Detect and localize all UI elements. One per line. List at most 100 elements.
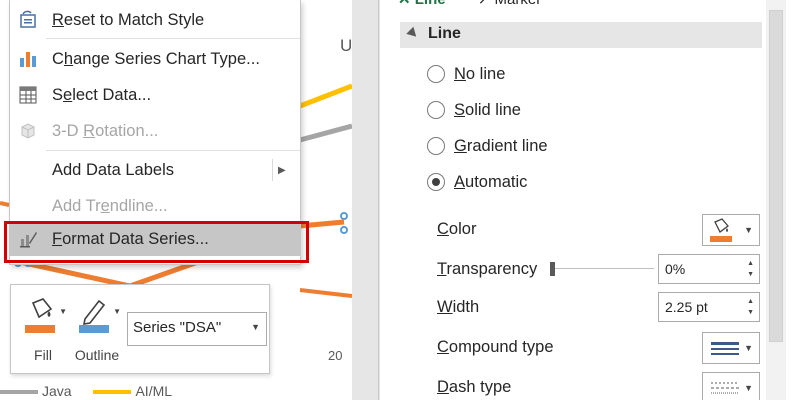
radio-solid-line[interactable]: Solid line xyxy=(427,98,521,122)
menu-item-3d-rotation: 3-D Rotation... xyxy=(10,114,300,148)
radio-gradient-line[interactable]: Gradient line xyxy=(427,134,548,158)
chevron-down-icon: ▼ xyxy=(251,322,260,332)
radio-button[interactable] xyxy=(427,137,445,155)
reset-style-icon xyxy=(17,9,39,31)
pane-scrollbar-thumb[interactable] xyxy=(769,10,783,342)
legend-label-ai-ml: AI/ML xyxy=(135,383,173,399)
legend-swatch-java xyxy=(0,390,38,395)
menu-item-add-data-labels[interactable]: Add Data Labels ▶ xyxy=(10,153,300,187)
menu-label-change-chart-type: Change Series Chart Type... xyxy=(52,49,260,68)
series-line-dsa-left xyxy=(0,201,10,207)
transparency-slider-thumb[interactable] xyxy=(550,262,555,276)
chevron-down-icon: ▼ xyxy=(744,343,753,353)
transparency-spinbox[interactable]: 0% ▲ ▼ xyxy=(658,254,760,284)
compound-lines-icon xyxy=(711,342,739,361)
highlight-annotation-box xyxy=(4,221,309,263)
menu-label-select-data: Select Data... xyxy=(52,85,152,104)
radio-button[interactable] xyxy=(427,101,445,119)
chart-type-icon xyxy=(17,48,39,70)
series-line-ai-ml xyxy=(299,83,352,109)
radio-no-line[interactable]: No line xyxy=(427,62,505,86)
radio-label: Automatic xyxy=(454,172,528,191)
chevron-down-icon: ▼ xyxy=(744,225,753,235)
menu-label-add-trendline: Add Trendline... xyxy=(52,196,168,215)
line-section-header[interactable]: Line xyxy=(400,22,762,48)
menu-item-add-trendline: Add Trendline... xyxy=(10,189,300,223)
line-color-swatch xyxy=(710,236,732,242)
series-line-dsa-tail xyxy=(299,288,352,298)
access-key: h xyxy=(63,49,74,68)
series-selector-dropdown[interactable]: Series "DSA" ▼ xyxy=(127,312,267,346)
tab-line[interactable]: ✕ Line xyxy=(398,0,446,8)
line-tab-icon: ✕ xyxy=(398,0,415,8)
menu-label-reset-style: Reset to Match Style xyxy=(52,10,205,29)
spin-down-icon[interactable]: ▼ xyxy=(747,271,754,278)
chart-legend: Java AI/ML xyxy=(0,383,190,399)
chart-title-fragment: U xyxy=(340,36,352,55)
pane-divider xyxy=(378,0,379,400)
spin-up-icon[interactable]: ▲ xyxy=(747,260,754,267)
radio-label: Solid line xyxy=(454,100,521,119)
menu-item-change-chart-type[interactable]: Change Series Chart Type... xyxy=(10,42,300,76)
submenu-divider xyxy=(272,159,273,181)
dash-type-dropdown[interactable]: ▼ xyxy=(702,372,760,400)
fill-dropdown-icon[interactable]: ▼ xyxy=(59,307,67,316)
compound-type-dropdown[interactable]: ▼ xyxy=(702,332,760,364)
format-data-series-pane: ✕ Line ↗ Marker Line No line Solid line … xyxy=(380,0,800,400)
pencil-icon xyxy=(77,297,113,342)
pane-tabs: ✕ Line ↗ Marker xyxy=(398,0,569,10)
legend-item-ai-ml: AI/ML xyxy=(93,383,172,399)
menu-separator xyxy=(46,38,300,39)
menu-separator xyxy=(46,150,300,151)
menu-label-add-data-labels: Add Data Labels xyxy=(52,160,175,179)
transparency-value: 0% xyxy=(665,261,686,277)
width-label: Width xyxy=(437,298,480,316)
mini-toolbar: ▼ Fill ▼ Outline Series "DSA" ▼ xyxy=(10,284,270,374)
legend-item-java: Java xyxy=(0,383,72,399)
legend-swatch-ai-ml xyxy=(93,390,132,395)
dash-lines-icon xyxy=(711,382,739,400)
access-key: e xyxy=(63,85,73,104)
legend-label-java: Java xyxy=(42,383,72,399)
transparency-slider-track[interactable] xyxy=(552,268,654,269)
line-color-picker[interactable]: ▼ xyxy=(702,214,760,246)
width-spinbox[interactable]: 2.25 pt ▲ ▼ xyxy=(658,292,760,322)
color-label: Color xyxy=(437,220,477,238)
pane-scrollbar[interactable] xyxy=(766,0,786,400)
series-selector-value: Series "DSA" xyxy=(133,319,222,336)
fill-color-swatch xyxy=(25,325,55,333)
width-value: 2.25 pt xyxy=(665,299,708,315)
compound-type-label: Compound type xyxy=(437,338,554,356)
outline-dropdown-icon[interactable]: ▼ xyxy=(113,307,121,316)
axis-tick-label: 20 xyxy=(328,348,343,363)
fill-label: Fill xyxy=(34,347,52,363)
menu-label-3d-rotation: 3-D Rotation... xyxy=(52,121,159,140)
series-line-java xyxy=(299,123,352,143)
radio-label: Gradient line xyxy=(454,136,548,155)
access-key: e xyxy=(100,196,110,215)
outline-button[interactable]: ▼ Outline xyxy=(71,293,123,367)
tab-marker[interactable]: ↗ Marker xyxy=(478,0,541,8)
spin-down-icon[interactable]: ▼ xyxy=(747,309,754,316)
collapse-triangle-icon xyxy=(406,26,420,41)
marker-tab-icon: ↗ xyxy=(478,0,495,8)
rotation-3d-icon xyxy=(17,120,39,142)
outline-color-swatch xyxy=(79,325,109,333)
access-key: R xyxy=(83,121,96,140)
select-data-icon xyxy=(17,84,39,106)
chevron-down-icon: ▼ xyxy=(744,383,753,393)
fill-button[interactable]: ▼ Fill xyxy=(17,293,69,367)
outline-label: Outline xyxy=(74,347,120,363)
menu-item-reset-style[interactable]: Reset to Match Style xyxy=(10,3,300,37)
section-title: Line xyxy=(428,25,461,42)
pane-splitter[interactable] xyxy=(352,0,380,400)
radio-automatic[interactable]: Automatic xyxy=(427,170,527,194)
paint-bucket-icon xyxy=(709,218,735,249)
spin-up-icon[interactable]: ▲ xyxy=(747,298,754,305)
menu-item-select-data[interactable]: Select Data... xyxy=(10,78,300,112)
radio-label: No line xyxy=(454,64,506,83)
paint-bucket-icon xyxy=(23,297,59,342)
dash-type-label: Dash type xyxy=(437,378,512,396)
radio-button[interactable] xyxy=(427,65,445,83)
radio-button[interactable] xyxy=(427,173,445,191)
